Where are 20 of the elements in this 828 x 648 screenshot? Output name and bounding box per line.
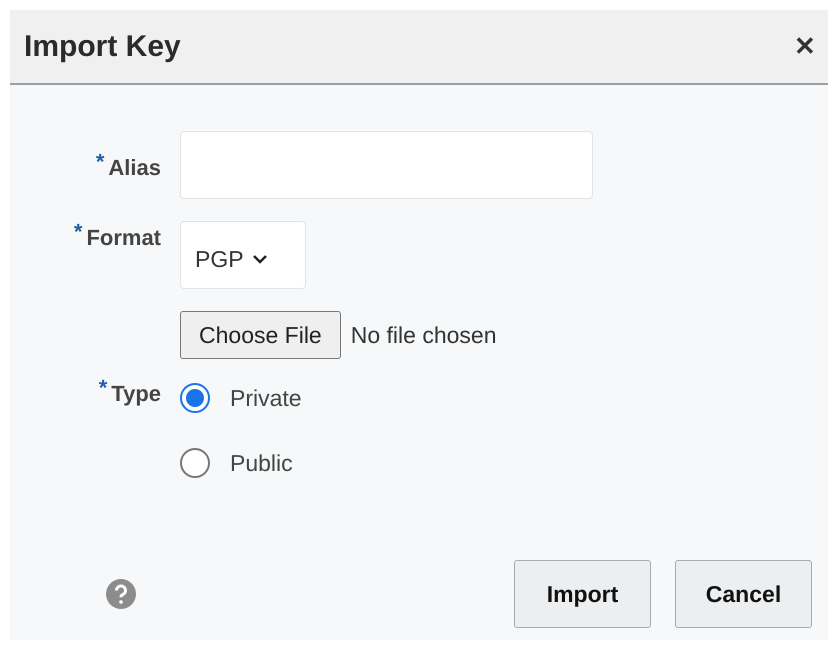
chevron-down-icon [252, 254, 268, 264]
dialog-button[interactable]: Import [514, 560, 651, 628]
help-icon[interactable] [106, 579, 136, 609]
alias-input-field[interactable] [180, 131, 593, 199]
field-label: Alias [108, 157, 161, 179]
choose-file-button[interactable]: Choose File [180, 311, 341, 359]
required-marker: * [74, 221, 82, 243]
dialog-title: Import Key [24, 29, 181, 65]
format-select[interactable]: PGP [180, 221, 306, 289]
field-label: Format [86, 227, 161, 249]
required-marker: * [98, 377, 108, 399]
radio-button[interactable] [180, 448, 210, 478]
radio-button[interactable] [180, 383, 210, 414]
required-marker: * [96, 151, 104, 173]
radio-label: Public [230, 448, 293, 478]
close-button[interactable]: ✕ [794, 27, 816, 66]
file-status-text: No file chosen [350, 320, 496, 350]
field-label: Type [111, 383, 161, 405]
dialog-button[interactable]: Cancel [675, 560, 812, 628]
radio-label: Private [230, 384, 302, 413]
